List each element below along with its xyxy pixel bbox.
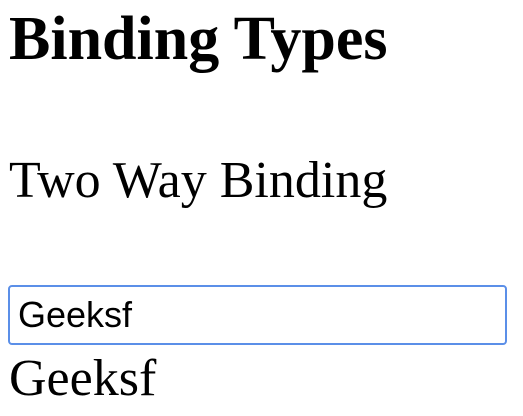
text-input[interactable] — [10, 287, 505, 343]
text-input-container[interactable] — [8, 285, 507, 345]
page-title: Binding Types — [9, 5, 388, 73]
bound-output-text: Geeksf — [9, 350, 157, 407]
section-title: Two Way Binding — [9, 152, 388, 209]
page: Binding Types Two Way Binding Geeksf — [0, 0, 523, 416]
